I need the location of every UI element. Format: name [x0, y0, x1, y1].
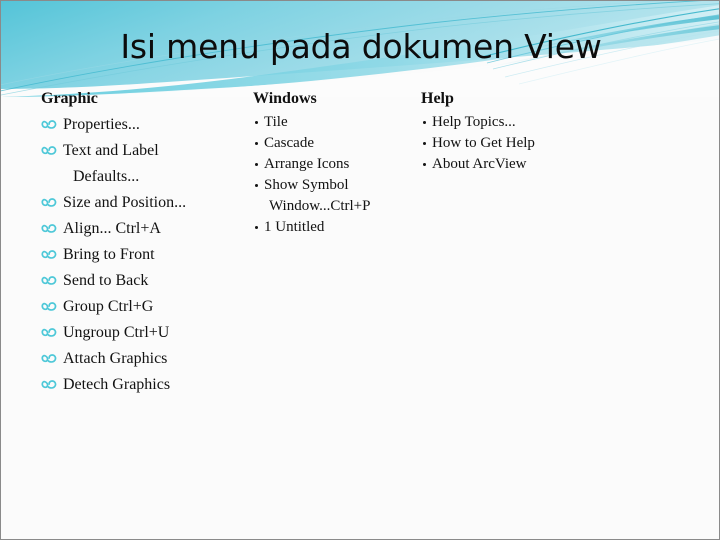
menu-item-arrange-icons[interactable]: Arrange Icons: [253, 154, 418, 175]
slide-canvas: Isi menu pada dokumen View Graphic Prope…: [0, 0, 720, 540]
ornament-bullet-icon: [41, 346, 59, 372]
menu-item-label: Arrange Icons: [264, 156, 350, 172]
menu-item-bring-to-front[interactable]: Bring to Front: [41, 242, 246, 268]
menu-item-ungroup[interactable]: Ungroup Ctrl+U: [41, 320, 246, 346]
menu-item-group[interactable]: Group Ctrl+G: [41, 294, 246, 320]
menu-item-align[interactable]: Align... Ctrl+A: [41, 216, 246, 242]
menu-item-label: Properties...: [63, 116, 140, 133]
ornament-bullet-icon: [41, 190, 59, 216]
menu-item-detech-graphics[interactable]: Detech Graphics: [41, 372, 246, 398]
menu-item-label: Send to Back: [63, 272, 149, 289]
menu-item-label: Text and Label: [63, 142, 159, 159]
menu-item-label: Bring to Front: [63, 246, 155, 263]
menu-item-tile[interactable]: Tile: [253, 112, 418, 133]
menu-item-label: 1 Untitled: [264, 219, 325, 235]
menu-item-label: Detech Graphics: [63, 376, 171, 393]
menu-item-send-to-back[interactable]: Send to Back: [41, 268, 246, 294]
menu-item-attach-graphics[interactable]: Attach Graphics: [41, 346, 246, 372]
menu-item-label: Size and Position...: [63, 194, 187, 211]
column-graphic: Graphic Properties... Text and Label Def…: [41, 89, 246, 398]
menu-item-label: Group Ctrl+G: [63, 298, 154, 315]
menu-item-label: How to Get Help: [432, 135, 535, 151]
menu-item-show-symbol-window[interactable]: Show Symbol Window...Ctrl+P: [253, 175, 418, 217]
menu-item-label: Cascade: [264, 135, 314, 151]
menu-list-help: Help Topics... How to Get Help About Arc…: [421, 112, 651, 175]
ornament-bullet-icon: [41, 138, 59, 164]
menu-list-graphic: Properties... Text and Label Defaults...: [41, 112, 246, 398]
menu-item-size-and-position[interactable]: Size and Position...: [41, 190, 246, 216]
menu-item-label: Tile: [264, 114, 288, 130]
column-windows: Windows Tile Cascade Arrange Icons Show …: [253, 89, 418, 238]
menu-item-1-untitled[interactable]: 1 Untitled: [253, 217, 418, 238]
ornament-bullet-icon: [41, 372, 59, 398]
menu-item-how-to-get-help[interactable]: How to Get Help: [421, 133, 651, 154]
ornament-bullet-icon: [41, 112, 59, 138]
menu-list-windows: Tile Cascade Arrange Icons Show Symbol W…: [253, 112, 418, 238]
ornament-bullet-icon: [41, 216, 59, 242]
menu-item-cascade[interactable]: Cascade: [253, 133, 418, 154]
slide-title: Isi menu pada dokumen View: [120, 27, 602, 66]
column-header-graphic: Graphic: [41, 90, 98, 107]
menu-item-properties[interactable]: Properties...: [41, 112, 246, 138]
menu-item-label: Help Topics...: [432, 114, 516, 130]
menu-item-label: Ungroup Ctrl+U: [63, 324, 170, 341]
menu-item-label: Show Symbol: [264, 177, 349, 193]
column-help: Help Help Topics... How to Get Help Abou…: [421, 89, 651, 175]
ornament-bullet-icon: [41, 268, 59, 294]
ornament-bullet-icon: [41, 320, 59, 346]
menu-item-label: Attach Graphics: [63, 350, 168, 367]
menu-item-about-arcview[interactable]: About ArcView: [421, 154, 651, 175]
column-header-help: Help: [421, 90, 454, 107]
column-header-windows: Windows: [253, 90, 317, 107]
ornament-bullet-icon: [41, 242, 59, 268]
menu-item-help-topics[interactable]: Help Topics...: [421, 112, 651, 133]
menu-item-text-and-label-defaults[interactable]: Text and Label Defaults...: [41, 138, 246, 190]
menu-item-label: About ArcView: [432, 156, 527, 172]
menu-item-label-continued: Defaults...: [73, 168, 140, 185]
menu-item-label: Align... Ctrl+A: [63, 220, 161, 237]
menu-item-label-continued: Window...Ctrl+P: [269, 198, 371, 214]
ornament-bullet-icon: [41, 294, 59, 320]
